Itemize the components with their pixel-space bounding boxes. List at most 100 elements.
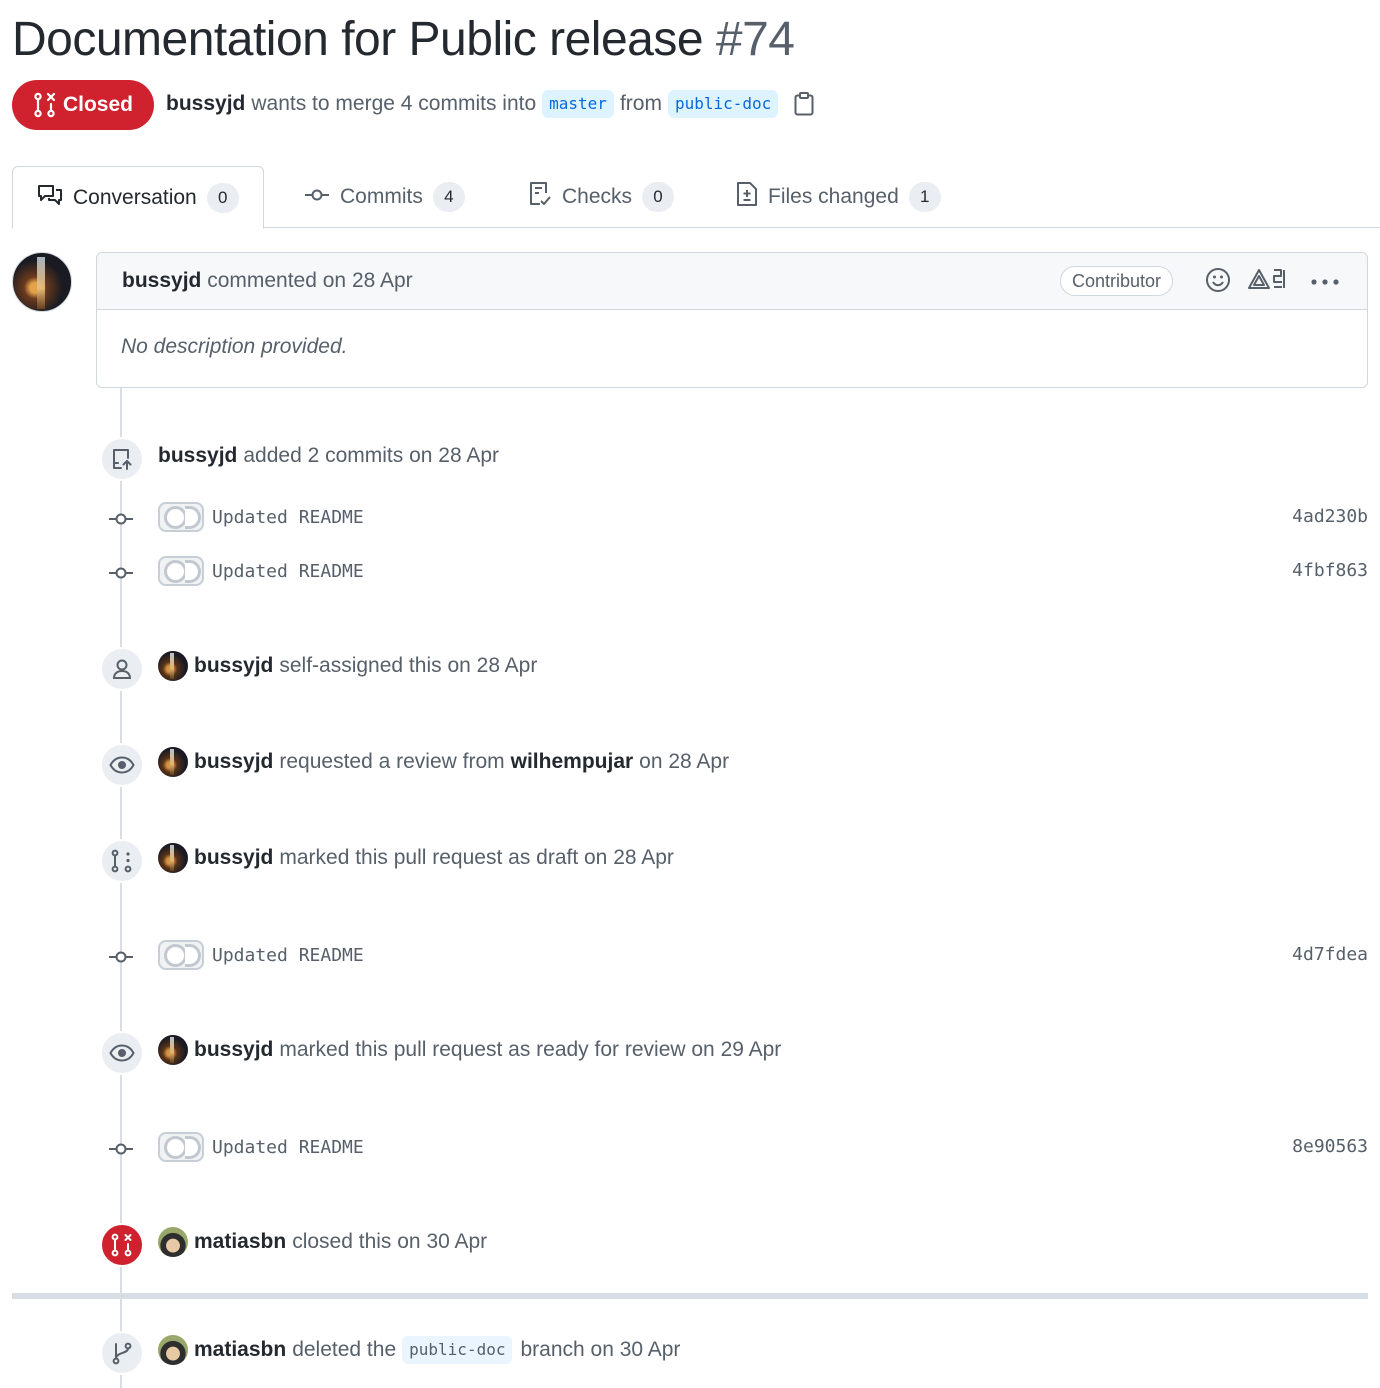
event-branch-deleted: matiasbn deleted the public-doc branch o…	[158, 1335, 680, 1365]
event-user-link[interactable]: bussyjd	[194, 651, 273, 681]
github-avatar-icon[interactable]	[158, 502, 204, 532]
person-icon	[100, 647, 144, 691]
comment-header: bussyjd commented on 28 Apr Contributor	[97, 253, 1367, 310]
event-text: added 2 commits on 28 Apr	[243, 444, 500, 467]
pr-number: #74	[715, 13, 795, 66]
eye-icon	[100, 743, 144, 787]
event-marked-draft: bussyjd marked this pull request as draf…	[158, 843, 680, 873]
commit-row: Updated README	[158, 940, 364, 970]
checklist-icon	[528, 181, 552, 213]
comment-discussion-icon	[37, 184, 63, 212]
tab-label: Commits	[340, 185, 423, 208]
event-user-link[interactable]: bussyjd	[158, 441, 237, 471]
tab-files-changed[interactable]: Files changed 1	[736, 166, 941, 228]
event-text: requested a review from	[279, 750, 505, 773]
github-avatar-icon[interactable]	[158, 556, 204, 586]
tab-counter: 1	[908, 182, 941, 212]
file-diff-icon	[736, 181, 758, 213]
tab-checks[interactable]: Checks 0	[528, 166, 675, 228]
copy-icon[interactable]	[794, 92, 814, 116]
event-text: marked this pull request as draft on 28 …	[279, 846, 674, 869]
event-user-link[interactable]: bussyjd	[194, 747, 273, 777]
event-added-commits: bussyjd added 2 commits on 28 Apr	[158, 441, 505, 471]
comment-author-line: bussyjd commented on 28 Apr	[122, 267, 413, 295]
from-text: from	[619, 92, 662, 115]
commit-sha[interactable]: 4d7fdea	[1292, 940, 1368, 970]
tab-counter: 0	[206, 182, 239, 213]
git-branch-icon	[100, 1331, 144, 1375]
git-pull-request-draft-icon	[100, 839, 144, 883]
comment-author-link[interactable]: bussyjd	[122, 269, 201, 292]
state-badge: Closed	[12, 80, 154, 130]
event-ready-for-review: bussyjd marked this pull request as read…	[158, 1035, 787, 1065]
avatar[interactable]	[158, 1035, 188, 1065]
avatar[interactable]	[158, 1335, 188, 1365]
event-date: on 28 Apr	[639, 750, 730, 773]
git-commit-icon	[108, 949, 134, 965]
avatar[interactable]	[12, 252, 72, 312]
commit-row: Updated README	[158, 502, 364, 532]
event-text: deleted the	[292, 1338, 397, 1361]
state-label: Closed	[62, 93, 133, 116]
tab-counter: 4	[432, 182, 465, 212]
smiley-icon[interactable]	[1205, 267, 1231, 293]
reviewer-link[interactable]: wilhempujar	[511, 747, 634, 777]
git-commit-icon	[108, 565, 134, 581]
git-commit-icon	[108, 511, 134, 527]
event-review-requested: bussyjd requested a review from wilhempu…	[158, 747, 735, 777]
event-closed: matiasbn closed this on 30 Apr	[158, 1227, 493, 1257]
commit-message[interactable]: Updated README	[212, 1137, 364, 1158]
tab-commits[interactable]: Commits 4	[304, 166, 465, 228]
merge-text: wants to merge 4 commits into	[251, 92, 537, 115]
event-text: closed this on 30 Apr	[292, 1230, 488, 1253]
event-text: self-assigned this on 28 Apr	[279, 654, 538, 677]
event-self-assigned: bussyjd self-assigned this on 28 Apr	[158, 651, 543, 681]
commit-message[interactable]: Updated README	[212, 561, 364, 582]
deleted-branch[interactable]: public-doc	[402, 1336, 513, 1364]
tab-counter: 0	[642, 182, 675, 212]
commit-sha[interactable]: 4ad230b	[1292, 502, 1368, 532]
git-pull-request-closed-icon	[33, 92, 57, 118]
tab-conversation[interactable]: Conversation 0	[12, 166, 264, 229]
event-text: marked this pull request as ready for re…	[279, 1038, 782, 1061]
event-user-link[interactable]: matiasbn	[194, 1335, 286, 1365]
tab-label: Conversation	[73, 185, 197, 209]
git-commit-icon	[304, 185, 330, 209]
github-avatar-icon[interactable]	[158, 1132, 204, 1162]
commit-sha[interactable]: 8e90563	[1292, 1132, 1368, 1162]
eye-icon	[100, 1031, 144, 1075]
commit-message[interactable]: Updated README	[212, 507, 364, 528]
kebab-horizontal-icon[interactable]	[1311, 279, 1339, 285]
commit-row: Updated README	[158, 556, 364, 586]
avatar[interactable]	[158, 843, 188, 873]
github-avatar-icon[interactable]	[158, 940, 204, 970]
timeline-divider	[12, 1293, 1368, 1299]
event-user-link[interactable]: matiasbn	[194, 1227, 286, 1257]
git-pull-request-closed-icon	[100, 1223, 144, 1267]
commit-sha[interactable]: 4fbf863	[1292, 556, 1368, 586]
avatar[interactable]	[158, 747, 188, 777]
pr-tabs: Conversation 0 Commits 4 Checks 0 Files …	[12, 166, 1380, 229]
role-badge: Contributor	[1060, 266, 1174, 296]
comment-action[interactable]: commented on 28 Apr	[207, 269, 412, 292]
avatar[interactable]	[158, 1227, 188, 1257]
comment-box: bussyjd commented on 28 Apr Contributor …	[96, 252, 1368, 388]
comment-body: No description provided.	[121, 335, 348, 358]
pr-meta: bussyjd wants to merge 4 commits into ma…	[166, 88, 814, 120]
tab-label: Files changed	[768, 185, 899, 208]
pr-title-text: Documentation for Public release	[12, 13, 704, 66]
base-branch[interactable]: master	[542, 90, 614, 118]
head-branch[interactable]: public-doc	[667, 90, 779, 118]
event-text: branch on 30 Apr	[520, 1338, 681, 1361]
git-commit-icon	[108, 1141, 134, 1157]
commit-message[interactable]: Updated README	[212, 945, 364, 966]
pr-author-link[interactable]: bussyjd	[166, 88, 245, 120]
commit-row: Updated README	[158, 1132, 364, 1162]
repo-push-icon	[100, 437, 144, 481]
event-user-link[interactable]: bussyjd	[194, 1035, 273, 1065]
avatar[interactable]	[158, 651, 188, 681]
tab-label: Checks	[562, 185, 633, 208]
pr-title: Documentation for Public release #74	[12, 10, 795, 70]
event-user-link[interactable]: bussyjd	[194, 843, 273, 873]
translate-icon[interactable]	[1247, 267, 1287, 291]
